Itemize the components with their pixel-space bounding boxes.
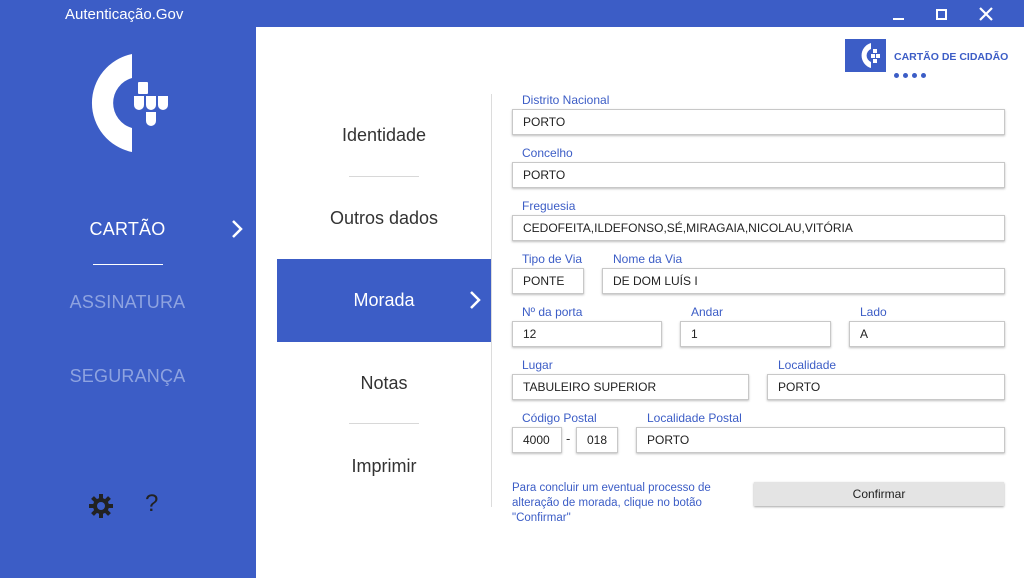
chevron-right-icon [232,220,243,238]
codigo-postal-3-field[interactable] [576,427,618,453]
porta-field[interactable] [512,321,662,347]
codigo-postal-label: Código Postal [522,411,597,425]
andar-field[interactable] [680,321,831,347]
logo-icon [91,54,168,152]
badge-title: CARTÃO DE CIDADÃO [894,51,1009,63]
confirm-button[interactable]: Confirmar [754,482,1004,506]
lado-label: Lado [860,305,887,319]
badge-logo-box [845,39,886,72]
localidade-field[interactable] [767,374,1005,400]
card-badge: CARTÃO DE CIDADÃO [845,38,1009,78]
menu-item-imprimir[interactable]: Imprimir [277,425,491,508]
distrito-label: Distrito Nacional [522,93,610,107]
nome-via-field[interactable] [602,268,1005,294]
sidebar-item-assinatura[interactable]: ASSINATURA [0,292,255,313]
lugar-field[interactable] [512,374,749,400]
menu-item-outros-dados[interactable]: Outros dados [277,177,491,260]
nome-via-label: Nome da Via [613,252,683,266]
freguesia-label: Freguesia [522,199,576,213]
badge-logo-icon [861,43,880,68]
porta-label: Nº da porta [522,305,583,319]
chevron-right-icon [470,291,481,309]
distrito-field[interactable] [512,109,1005,135]
codigo-postal-dash: - [566,431,571,446]
maximize-button[interactable] [921,2,961,26]
localidade-postal-field[interactable] [636,427,1005,453]
menu-item-notas[interactable]: Notas [277,342,491,425]
menu-item-identidade[interactable]: Identidade [277,94,491,177]
localidade-label: Localidade [778,358,837,372]
sidebar-divider [93,264,163,265]
panel-divider [491,94,492,507]
lado-field[interactable] [849,321,1005,347]
main-panel: CARTÃO DE CIDADÃO Identidade Outros dado… [256,27,1024,578]
window-title: Autenticação.Gov [65,6,184,23]
freguesia-field[interactable] [512,215,1005,241]
gear-icon[interactable] [88,493,114,519]
andar-label: Andar [691,305,724,319]
menu-divider [349,423,419,424]
lugar-label: Lugar [522,358,553,372]
app-window: Autenticação.Gov CARTÃO ASSINATURA SEGUR… [0,0,1024,578]
minimize-icon [892,18,904,20]
confirm-note: Para concluir um eventual processo de al… [512,482,711,524]
minimize-button[interactable] [878,2,918,26]
concelho-field[interactable] [512,162,1005,188]
close-icon [979,7,993,21]
concelho-label: Concelho [522,146,573,160]
menu-item-morada[interactable]: Morada [277,259,491,342]
sidebar-item-seguranca[interactable]: SEGURANÇA [0,366,255,387]
localidade-postal-label: Localidade Postal [647,411,742,425]
codigo-postal-4-field[interactable] [512,427,562,453]
sidebar-item-cartao[interactable]: CARTÃO [0,219,255,240]
maximize-icon [935,8,947,20]
close-button[interactable] [966,2,1006,26]
help-button[interactable]: ? [145,490,158,518]
tipo-via-label: Tipo de Via [522,252,583,266]
badge-dots [894,65,930,83]
tipo-via-field[interactable] [512,268,584,294]
